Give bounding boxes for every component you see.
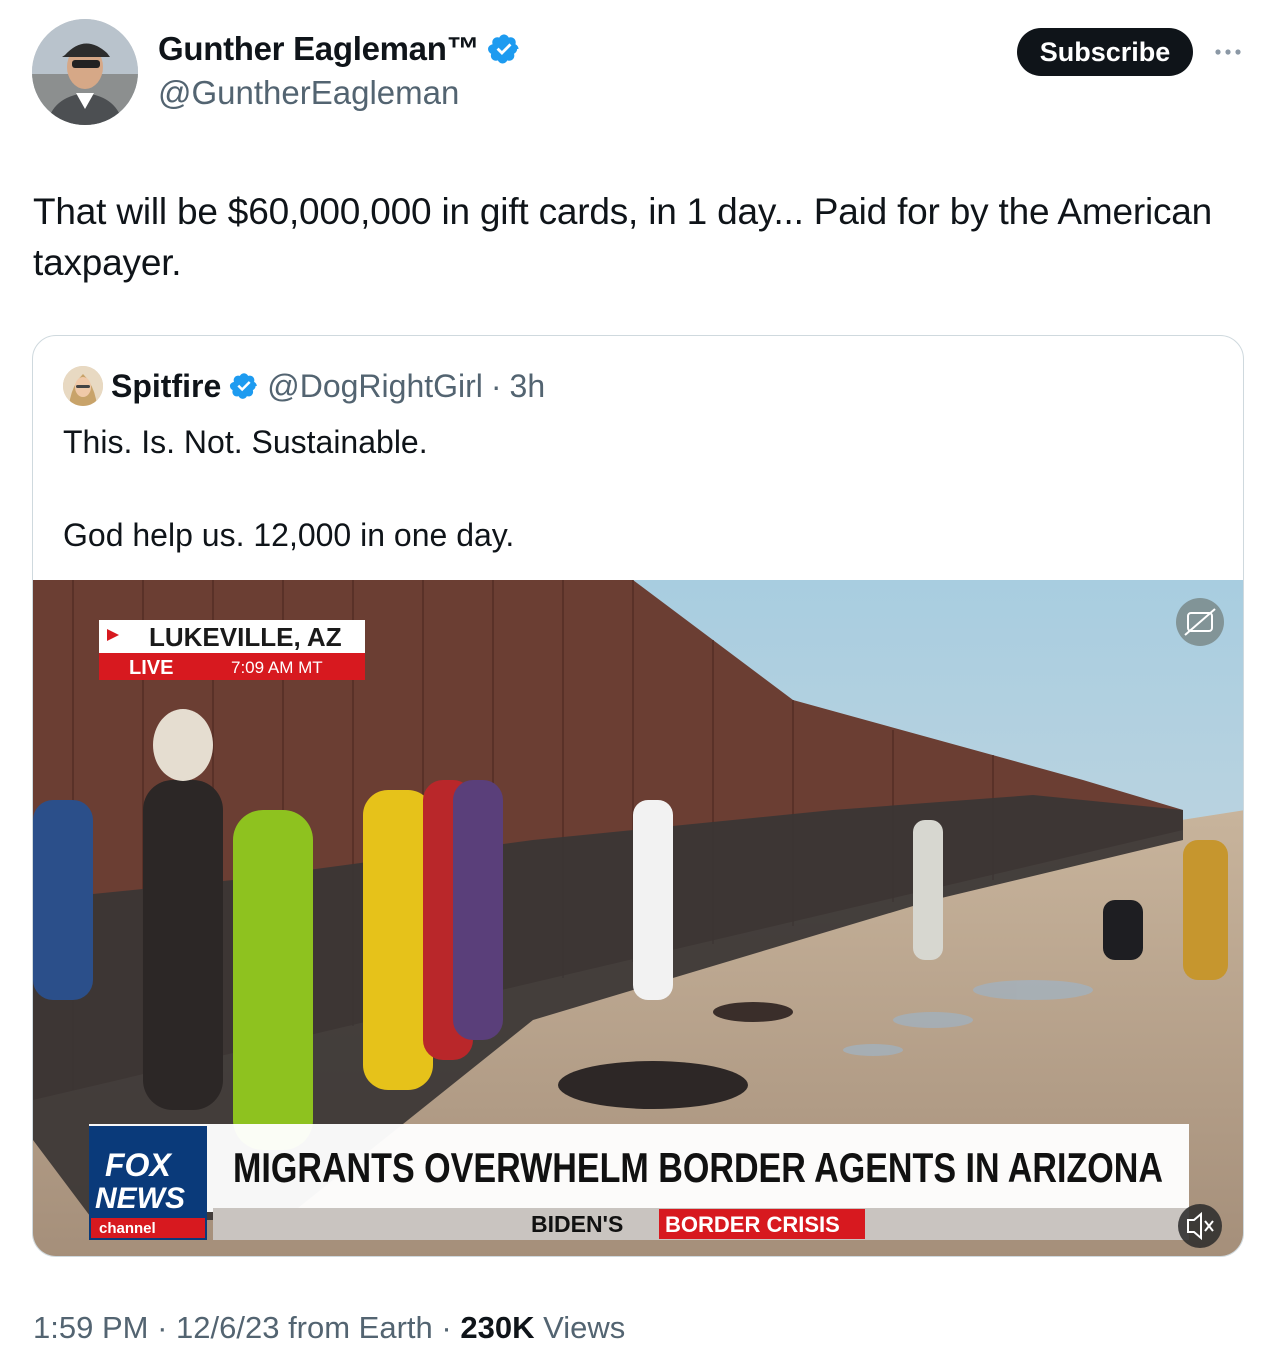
quoted-timestamp[interactable]: 3h — [510, 368, 546, 405]
live-time: 7:09 AM MT — [231, 658, 323, 677]
verified-badge-icon — [488, 34, 519, 64]
quoted-separator: · — [490, 367, 502, 404]
quoted-tweet-header: Spitfire @DogRightGirl · 3h — [63, 366, 545, 406]
location-label: LUKEVILLE, AZ — [149, 622, 342, 652]
more-horizontal-icon[interactable] — [1212, 36, 1244, 68]
tweet-metadata: 1:59 PM · 12/6/23 from Earth · 230K View… — [33, 1310, 625, 1346]
tweet-time[interactable]: 1:59 PM — [33, 1310, 148, 1345]
quoted-verified-badge-icon — [230, 373, 258, 399]
quoted-video[interactable]: LUKEVILLE, AZ LIVE 7:09 AM MT FOX NEWS c… — [33, 580, 1243, 1256]
subscribe-button[interactable]: Subscribe — [1017, 28, 1193, 76]
quoted-author-handle[interactable]: @DogRightGirl — [267, 368, 483, 405]
quoted-author-name[interactable]: Spitfire — [111, 368, 221, 405]
metadata-separator: · — [441, 1310, 452, 1345]
author-name[interactable]: Gunther Eagleman™ — [158, 30, 521, 68]
headline-text: MIGRANTS OVERWHELM BORDER AGENTS IN ARIZ… — [233, 1144, 1163, 1191]
author-handle[interactable]: @GuntherEagleman — [158, 74, 459, 112]
tweet-text: That will be $60,000,000 in gift cards, … — [33, 191, 1213, 283]
video-frame: LUKEVILLE, AZ LIVE 7:09 AM MT FOX NEWS c… — [33, 580, 1243, 1256]
network-logo-bottom: channel — [99, 1220, 156, 1237]
volume-muted-icon[interactable] — [1178, 1204, 1222, 1248]
quoted-author-avatar[interactable] — [63, 366, 103, 406]
views-label: Views — [543, 1310, 626, 1345]
quoted-profile-photo — [63, 366, 103, 406]
quoted-tweet-card[interactable]: Spitfire @DogRightGirl · 3h This. Is. Not.… — [32, 335, 1244, 1257]
views-count: 230K — [460, 1310, 535, 1345]
captions-off-icon[interactable] — [1176, 598, 1224, 646]
author-display-name[interactable]: Gunther Eagleman™ — [158, 30, 480, 68]
ticker-prefix: BIDEN'S — [531, 1211, 623, 1237]
network-logo-mid: NEWS — [95, 1182, 185, 1215]
author-avatar[interactable] — [32, 19, 138, 125]
profile-photo — [32, 19, 138, 125]
ticker-highlight: BORDER CRISIS — [665, 1212, 840, 1237]
quoted-text-line-2: God help us. 12,000 in one day. — [63, 517, 515, 553]
quoted-text-line-1: This. Is. Not. Sustainable. — [63, 424, 428, 460]
tweet-date[interactable]: 12/6/23 from Earth — [176, 1310, 433, 1345]
metadata-separator: · — [157, 1310, 168, 1345]
network-logo-top: FOX — [105, 1147, 172, 1183]
live-label: LIVE — [129, 657, 173, 679]
